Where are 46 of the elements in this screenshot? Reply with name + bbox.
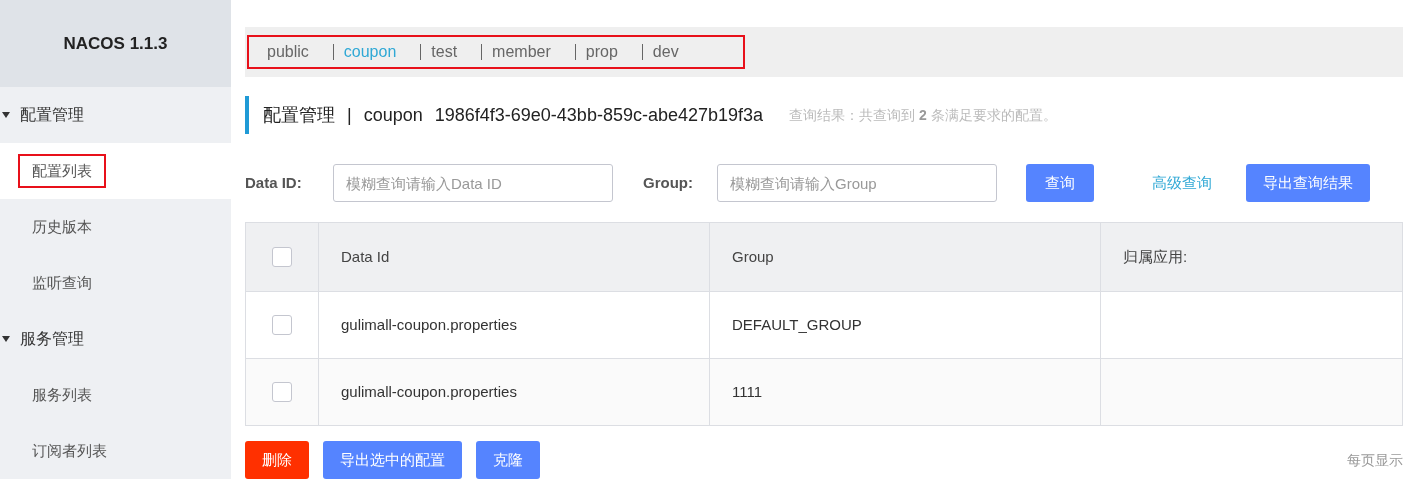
table-cell-text: gulimall-coupon.properties <box>341 314 517 335</box>
sidebar-item[interactable]: 订阅者列表 <box>0 423 231 479</box>
sidebar-item-label: 历史版本 <box>31 216 93 237</box>
namespace-tab[interactable]: member <box>492 40 551 64</box>
action-button[interactable]: 删除 <box>245 441 309 479</box>
app-title: NACOS 1.1.3 <box>63 32 168 55</box>
namespace-tab[interactable]: prop <box>585 40 618 64</box>
sidebar-item-label: 配置列表 <box>18 153 106 189</box>
page-title: 配置管理 <box>263 103 335 127</box>
column-header: Group <box>732 246 774 267</box>
namespace-tab[interactable]: public <box>267 40 309 64</box>
checkbox[interactable] <box>272 247 292 267</box>
caret-icon[interactable] <box>2 336 10 342</box>
group-field[interactable]: 模糊查询请输入Group <box>717 164 997 202</box>
sidebar-item[interactable]: 历史版本 <box>0 199 231 255</box>
sidebar-item[interactable]: 服务列表 <box>0 367 231 423</box>
column-header: 归属应用: <box>1123 246 1188 267</box>
field-label: Data ID: <box>245 172 303 193</box>
table-cell-text: DEFAULT_GROUP <box>732 314 862 335</box>
namespace-id: 1986f4f3-69e0-43bb-859c-abe427b19f3a <box>434 103 764 127</box>
sidebar-item[interactable]: 监听查询 <box>0 255 231 311</box>
table-cell-text: gulimall-coupon.properties <box>341 381 517 402</box>
page-size-label: 每页显示 <box>1347 450 1403 470</box>
caret-icon[interactable] <box>2 112 10 118</box>
namespace-tab[interactable]: test <box>431 40 458 64</box>
title-separator: | <box>347 103 352 127</box>
advanced-search-link[interactable]: 高级查询 <box>1152 171 1212 195</box>
namespace-name: coupon <box>363 103 423 127</box>
sidebar-item-label: 服务列表 <box>31 384 93 405</box>
data-id-field[interactable]: 模糊查询请输入Data ID <box>333 164 613 202</box>
sidebar-item-label: 监听查询 <box>31 272 93 293</box>
checkbox[interactable] <box>272 382 292 402</box>
result-summary: 查询结果：共查询到 2 条满足要求的配置。 <box>789 105 1057 125</box>
namespace-tab[interactable]: dev <box>652 40 679 64</box>
action-button[interactable]: 导出选中的配置 <box>323 441 462 479</box>
sidebar-group[interactable]: 服务管理 <box>20 327 84 351</box>
sidebar-item-label: 订阅者列表 <box>31 440 108 461</box>
column-header: Data Id <box>341 246 390 267</box>
field-label: Group: <box>643 172 694 193</box>
table-cell-text: 1111 <box>732 381 763 402</box>
export-results-button[interactable]: 导出查询结果 <box>1246 164 1370 202</box>
sidebar-group[interactable]: 配置管理 <box>20 103 84 127</box>
sidebar-item[interactable]: 配置列表 <box>0 143 231 199</box>
query-button[interactable]: 查询 <box>1026 164 1094 202</box>
action-button[interactable]: 克隆 <box>476 441 540 479</box>
checkbox[interactable] <box>272 315 292 335</box>
